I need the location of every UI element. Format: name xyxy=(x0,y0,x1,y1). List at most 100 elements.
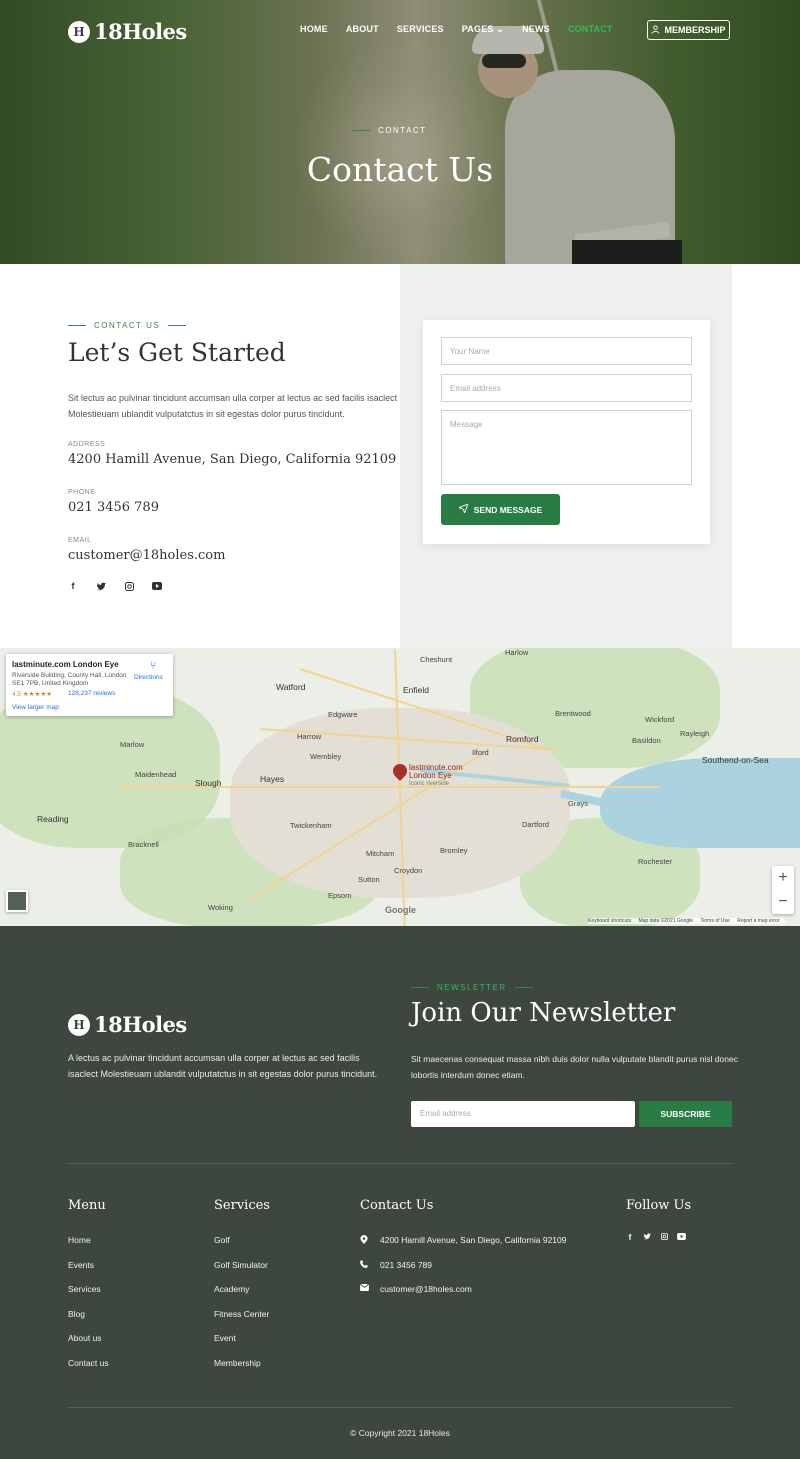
copyright: © Copyright 2021 18Holes xyxy=(350,1428,450,1438)
footer-phone: 021 3456 789 xyxy=(380,1259,432,1270)
footer-phone-item: 021 3456 789 xyxy=(360,1259,567,1285)
contact-eyebrow-text: CONTACT US xyxy=(94,321,161,330)
menu-column-title: Menu xyxy=(68,1198,106,1213)
name-field[interactable]: Your Name xyxy=(441,337,692,365)
footer-service-event[interactable]: Event xyxy=(214,1333,269,1358)
membership-button[interactable]: MEMBERSHIP xyxy=(647,20,730,40)
map-data-text: Map data ©2021 Google xyxy=(638,918,694,924)
map-label: Romford xyxy=(506,734,539,744)
map-label: Epsom xyxy=(328,891,352,900)
nav-pages[interactable]: PAGES ⌄ xyxy=(462,24,504,35)
newsletter-eyebrow-text: NEWSLETTER xyxy=(437,983,507,992)
footer-service-simulator[interactable]: Golf Simulator xyxy=(214,1260,269,1285)
map-label: Bracknell xyxy=(128,840,159,849)
map-label: Enfield xyxy=(403,685,429,695)
footer-link-home[interactable]: Home xyxy=(68,1235,109,1260)
send-message-button[interactable]: SEND MESSAGE xyxy=(441,494,560,525)
eyebrow-line xyxy=(411,987,429,988)
footer-address-item: 4200 Hamill Avenue, San Diego, Californi… xyxy=(360,1235,567,1260)
instagram-icon[interactable] xyxy=(660,1233,668,1242)
facebook-icon[interactable]: f xyxy=(626,1233,634,1242)
eyebrow-line xyxy=(68,325,86,326)
contact-eyebrow: CONTACT US xyxy=(68,321,187,330)
footer-divider xyxy=(68,1163,732,1164)
send-message-label: SEND MESSAGE xyxy=(473,504,543,515)
directions-link[interactable]: Directions xyxy=(134,674,163,681)
contact-socials: f xyxy=(68,581,162,591)
logo-text: 18Holes xyxy=(94,19,187,44)
message-field[interactable]: Message xyxy=(441,410,692,485)
contact-intro: Sit lectus ac pulvinar tincidunt accumsa… xyxy=(68,393,398,419)
place-reviews-link[interactable]: 128,237 reviews xyxy=(68,690,115,697)
eyebrow-line xyxy=(352,130,370,131)
map-label: Cheshunt xyxy=(420,655,453,664)
map-label: Bromley xyxy=(440,846,468,855)
footer-link-events[interactable]: Events xyxy=(68,1260,109,1285)
footer-service-academy[interactable]: Academy xyxy=(214,1284,269,1309)
logo-badge-icon: H xyxy=(68,20,90,43)
newsletter-title: Join Our Newsletter xyxy=(411,998,676,1028)
pin-sublabel: Iconic riverside xyxy=(409,781,450,787)
follow-column-title: Follow Us xyxy=(626,1198,692,1213)
newsletter-email-input[interactable]: Email address xyxy=(411,1101,635,1127)
nav-contact[interactable]: CONTACT xyxy=(568,24,613,35)
map-label: Grays xyxy=(568,799,589,808)
map-label: Rayleigh xyxy=(680,729,710,738)
footer-email: customer@18holes.com xyxy=(380,1284,472,1294)
address-label: ADDRESS xyxy=(68,441,106,448)
map-label: Reading xyxy=(37,814,69,824)
phone-icon xyxy=(360,1259,368,1285)
footer-link-services[interactable]: Services xyxy=(68,1284,109,1309)
footer-link-about[interactable]: About us xyxy=(68,1333,109,1358)
zoom-out-button[interactable]: − xyxy=(772,890,794,914)
site-logo[interactable]: H 18Holes xyxy=(68,19,187,44)
map-label: Sutton xyxy=(358,875,380,884)
facebook-icon[interactable]: f xyxy=(68,581,78,591)
map-layer-toggle[interactable] xyxy=(6,890,28,912)
view-larger-map-link[interactable]: View larger map xyxy=(12,704,59,711)
twitter-icon[interactable] xyxy=(96,581,106,591)
page-title: Contact Us xyxy=(306,150,494,189)
keyboard-shortcuts-link[interactable]: Keyboard shortcuts xyxy=(588,918,631,924)
map-attribution: Keyboard shortcuts Map data ©2021 Google… xyxy=(588,918,786,924)
report-error-link[interactable]: Report a map error xyxy=(737,918,779,924)
footer-menu-list: Home Events Services Blog About us Conta… xyxy=(68,1235,109,1382)
email-field[interactable]: Email address xyxy=(441,374,692,402)
subscribe-button[interactable]: SUBSCRIBE xyxy=(639,1101,732,1127)
map-label: Woking xyxy=(208,903,233,912)
contact-title: Let’s Get Started xyxy=(68,338,286,367)
youtube-icon[interactable] xyxy=(152,581,162,591)
directions-icon[interactable]: ⑂ xyxy=(147,660,159,672)
services-column-title: Services xyxy=(214,1198,270,1213)
map-label: Rochester xyxy=(638,857,673,866)
envelope-icon xyxy=(359,1283,370,1309)
zoom-in-button[interactable]: + xyxy=(772,866,794,890)
footer-service-membership[interactable]: Membership xyxy=(214,1358,269,1383)
map-label: Edgware xyxy=(328,710,358,719)
map-label: Watford xyxy=(276,682,306,692)
instagram-icon[interactable] xyxy=(124,581,134,591)
eyebrow-line xyxy=(168,325,187,326)
google-logo: Google xyxy=(385,905,416,915)
footer-service-fitness[interactable]: Fitness Center xyxy=(214,1309,269,1334)
chevron-down-icon: ⌄ xyxy=(496,24,505,34)
nav-about[interactable]: ABOUT xyxy=(346,24,379,35)
email-label: EMAIL xyxy=(68,537,92,544)
footer-logo[interactable]: H 18Holes xyxy=(68,1012,187,1037)
footer-link-contact[interactable]: Contact us xyxy=(68,1358,109,1383)
footer-link-blog[interactable]: Blog xyxy=(68,1309,109,1334)
map-label: Harlow xyxy=(505,648,529,657)
terms-link[interactable]: Terms of Use xyxy=(700,918,729,924)
footer-email-item: customer@18holes.com xyxy=(359,1283,567,1309)
nav-services[interactable]: SERVICES xyxy=(397,24,444,35)
nav-home[interactable]: HOME xyxy=(300,24,328,35)
footer-service-golf[interactable]: Golf xyxy=(214,1235,269,1260)
pin-label: lastminute.com London Eye xyxy=(409,764,463,780)
map-label: Ilford xyxy=(472,748,489,757)
twitter-icon[interactable] xyxy=(643,1233,651,1242)
footer-bottom-divider xyxy=(68,1407,732,1408)
hero-eyebrow: CONTACT xyxy=(352,126,427,135)
main-nav: HOME ABOUT SERVICES PAGES ⌄ NEWS CONTACT xyxy=(300,24,631,35)
youtube-icon[interactable] xyxy=(677,1233,686,1242)
nav-news[interactable]: NEWS xyxy=(522,24,550,35)
